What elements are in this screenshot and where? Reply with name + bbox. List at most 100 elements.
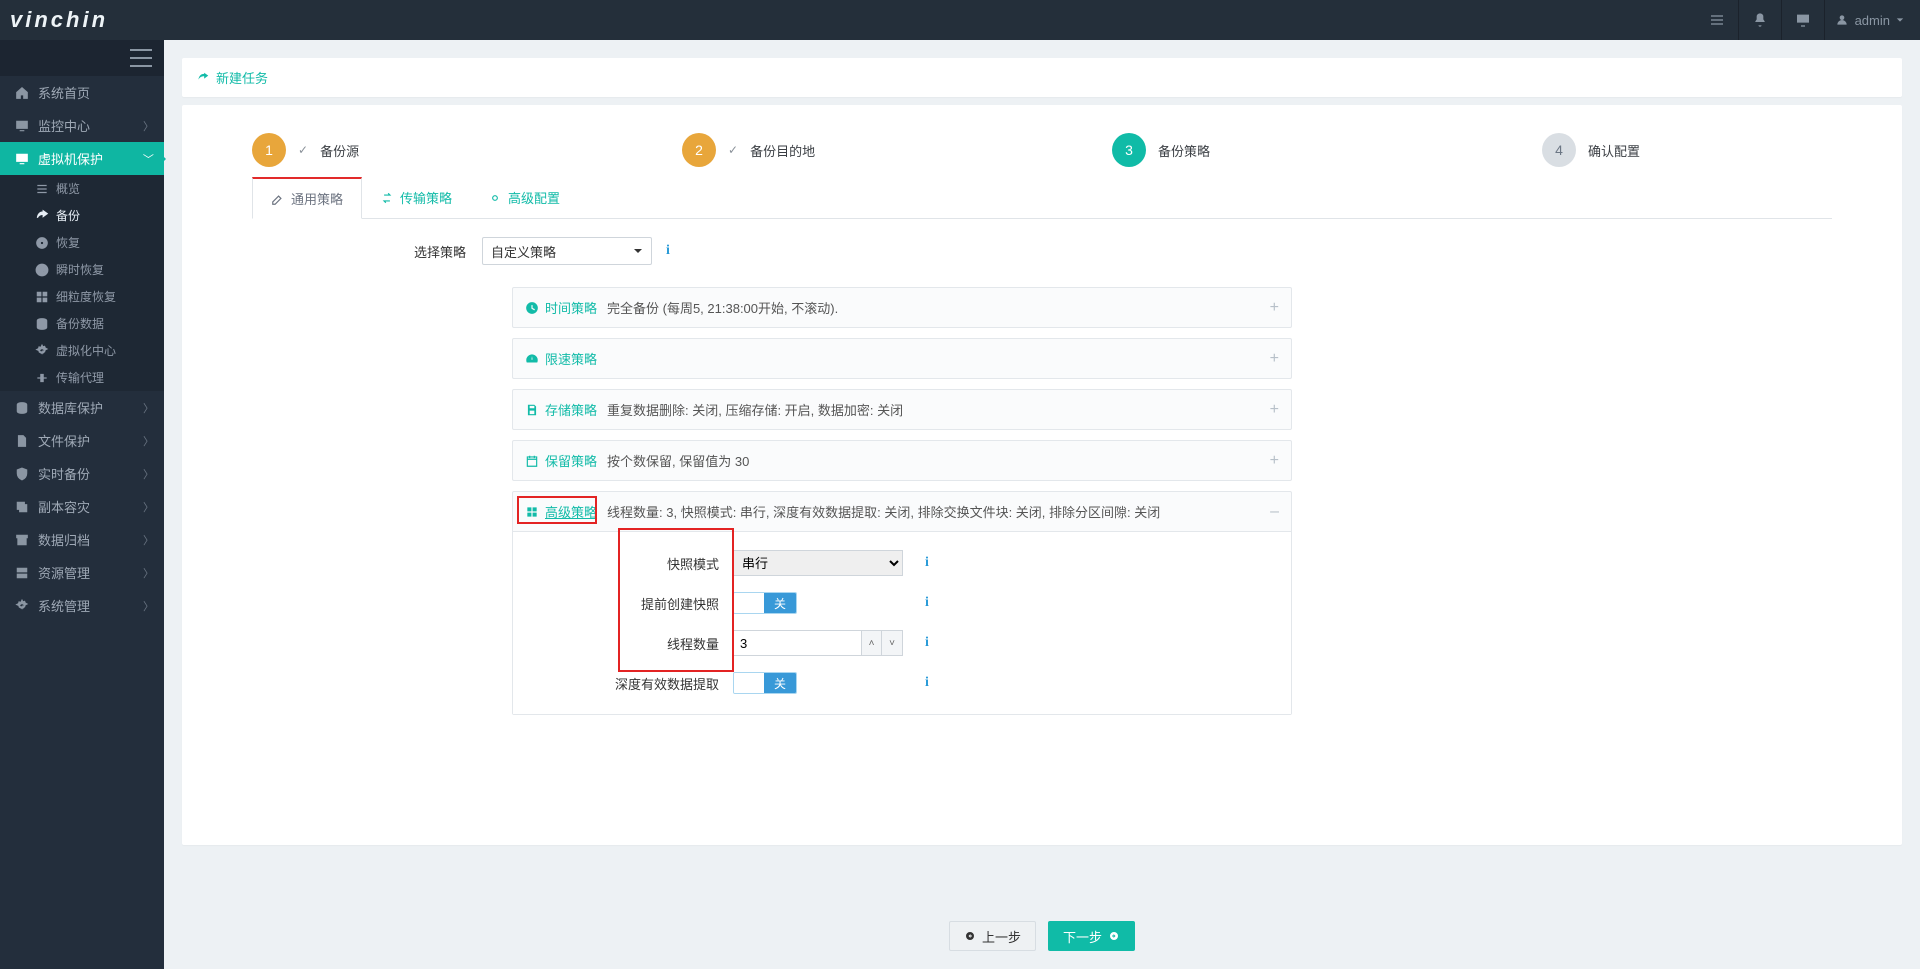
top-tasks-icon[interactable] [1696, 0, 1738, 40]
sidebar-item-3[interactable]: 数据库保护 〉 [0, 391, 164, 424]
acc-adv-title: 高级策略 [545, 502, 597, 521]
stepper-up[interactable]: ˄ [861, 630, 882, 656]
sidebar-sub-2-0[interactable]: 概览 [0, 175, 164, 202]
sidebar: 系统首页监控中心〉虚拟机保护〉概览备份恢复瞬时恢复细粒度恢复备份数据虚拟化中心传… [0, 40, 164, 969]
info-icon[interactable]: i [666, 243, 670, 259]
accordion-time[interactable]: 时间策略 完全备份 (每周5, 21:38:00开始, 不滚动). + [512, 287, 1292, 328]
sidebar-item-9[interactable]: 系统管理 〉 [0, 589, 164, 622]
sidebar-sub-2-7[interactable]: 传输代理 [0, 364, 164, 391]
grid-icon [525, 505, 539, 519]
info-icon[interactable]: i [925, 555, 929, 571]
accordion-store[interactable]: 存储策略 重复数据删除: 关闭, 压缩存储: 开启, 数据加密: 关闭 + [512, 389, 1292, 430]
step-3[interactable]: 3备份策略 [1042, 133, 1472, 167]
acc-time-title: 时间策略 [545, 298, 597, 317]
sidebar-sub-2-5[interactable]: 备份数据 [0, 310, 164, 337]
precreate-snapshot-switch[interactable]: 关 [733, 592, 797, 614]
inner-tab-0[interactable]: 通用策略 [252, 177, 362, 219]
check-icon: ✓ [298, 143, 308, 157]
collapse-icon[interactable]: – [1270, 506, 1279, 518]
sidebar-sub-label: 备份 [56, 207, 80, 224]
snapshot-mode-select[interactable]: 串行 [733, 550, 903, 576]
step-4[interactable]: 4 确认配置 [1472, 133, 1902, 167]
sidebar-item-2[interactable]: 虚拟机保护〉 [0, 142, 164, 175]
sidebar-item-8[interactable]: 资源管理〉 [0, 556, 164, 589]
step-label: 确认配置 [1588, 141, 1640, 160]
sidebar-item-0[interactable]: 系统首页 [0, 76, 164, 109]
step-2[interactable]: 2✓备份目的地 [612, 133, 1042, 167]
step-number: 4 [1542, 133, 1576, 167]
sidebar-sub-2-2[interactable]: 恢复 [0, 229, 164, 256]
prev-button[interactable]: 上一步 [949, 921, 1036, 951]
info-icon[interactable]: i [925, 595, 929, 611]
deep-extract-switch[interactable]: 关 [733, 672, 797, 694]
inner-tabs: 通用策略传输策略 高级配置 [252, 177, 1832, 219]
sidebar-collapse[interactable] [0, 40, 164, 76]
stepper-down[interactable]: ˅ [882, 630, 903, 656]
inner-tab-2[interactable]: 高级配置 [470, 177, 578, 218]
expand-icon[interactable]: + [1270, 302, 1279, 314]
sidebar-item-label: 数据归档 [32, 530, 90, 549]
sidebar-item-label: 系统首页 [32, 83, 90, 102]
top-screen-icon[interactable] [1782, 0, 1824, 40]
sidebar-item-1[interactable]: 监控中心〉 [0, 109, 164, 142]
chevron-icon: 〉 [143, 400, 154, 416]
chevron-down-icon [633, 246, 643, 256]
chevron-icon: 〉 [143, 532, 154, 548]
top-user-menu[interactable]: admin [1825, 13, 1920, 28]
accordion-advanced-head[interactable]: 高级策略 线程数量: 3, 快照模式: 串行, 深度有效数据提取: 关闭, 排除… [513, 492, 1291, 531]
breadcrumb-card: 新建任务 [182, 58, 1902, 97]
share-icon [196, 71, 210, 85]
gear-icon [488, 191, 502, 205]
sidebar-item-5[interactable]: 实时备份〉 [0, 457, 164, 490]
chevron-icon: 〉 [143, 598, 154, 614]
save-icon [525, 403, 539, 417]
chevron-down-icon [1896, 16, 1904, 24]
top-bell-icon[interactable] [1739, 0, 1781, 40]
acc-time-summary: 完全备份 (每周5, 21:38:00开始, 不滚动). [607, 298, 838, 317]
sidebar-sub-2-6[interactable]: 虚拟化中心 [0, 337, 164, 364]
user-icon [1835, 13, 1849, 27]
accordion-speed[interactable]: 限速策略 + [512, 338, 1292, 379]
disk-icon [34, 236, 50, 250]
switch-off-text: 关 [764, 593, 796, 613]
switch-off-text: 关 [764, 673, 796, 693]
inner-tab-1[interactable]: 传输策略 [362, 177, 470, 218]
sidebar-item-label: 系统管理 [32, 596, 90, 615]
sidebar-sub-label: 细粒度恢复 [56, 288, 116, 305]
home-icon [12, 86, 32, 100]
chevron-icon: 〉 [141, 153, 157, 164]
expand-icon[interactable]: + [1270, 404, 1279, 416]
wizard-card: 1✓备份源2✓备份目的地3备份策略4确认配置 通用策略传输策略高级配置 选择策略… [182, 105, 1902, 845]
sidebar-sub-2-4[interactable]: 细粒度恢复 [0, 283, 164, 310]
sidebar-sub-label: 备份数据 [56, 315, 104, 332]
brand-logo: vinchin [0, 0, 108, 40]
select-policy-dropdown[interactable]: 自定义策略 [482, 237, 652, 265]
accordion-retain[interactable]: 保留策略 按个数保留, 保留值为 30 + [512, 440, 1292, 481]
sidebar-sub-2-1[interactable]: 备份 [0, 202, 164, 229]
sidebar-item-label: 数据库保护 [32, 398, 103, 417]
db-icon [12, 401, 32, 415]
step-number: 1 [252, 133, 286, 167]
thread-count-input[interactable] [733, 630, 861, 656]
info-icon[interactable]: i [925, 675, 929, 691]
inner-tab-label: 高级配置 [508, 188, 560, 207]
proxy-icon [34, 371, 50, 385]
next-button[interactable]: 下一步 [1048, 921, 1135, 951]
sidebar-sub-2-3[interactable]: 瞬时恢复 [0, 256, 164, 283]
stepper: 1✓备份源2✓备份目的地3备份策略4确认配置 [182, 105, 1902, 177]
sidebar-item-7[interactable]: 数据归档 〉 [0, 523, 164, 556]
file-icon [12, 434, 32, 448]
sidebar-item-4[interactable]: 文件保护〉 [0, 424, 164, 457]
inner-tab-label: 通用策略 [291, 189, 343, 208]
brand-text: vinchin [10, 7, 108, 32]
select-policy-value: 自定义策略 [491, 242, 556, 261]
step-1[interactable]: 1✓备份源 [182, 133, 612, 167]
info-icon[interactable]: i [925, 635, 929, 651]
expand-icon[interactable]: + [1270, 353, 1279, 365]
sidebar-item-6[interactable]: 副本容灾〉 [0, 490, 164, 523]
sidebar-item-label: 副本容灾 [32, 497, 90, 516]
expand-icon[interactable]: + [1270, 455, 1279, 467]
copy-icon [12, 500, 32, 514]
calendar-icon [525, 454, 539, 468]
breadcrumb[interactable]: 新建任务 [196, 68, 1888, 87]
